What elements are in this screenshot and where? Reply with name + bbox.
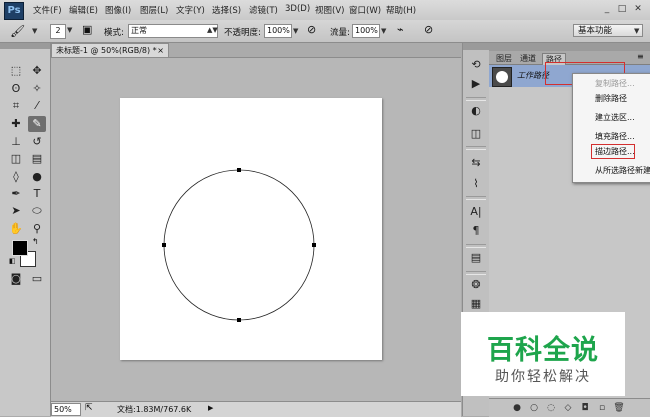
watermark-subtitle: 助你轻松解决 (495, 369, 591, 385)
menu-item-new-from-selected[interactable]: 从所选路径新建 (573, 163, 650, 178)
anchor-point[interactable] (237, 168, 241, 172)
anchor-point[interactable] (237, 318, 241, 322)
anchor-point[interactable] (162, 243, 166, 247)
dock-separator (466, 196, 486, 200)
tab-channels[interactable]: 通道 (517, 53, 539, 64)
actions-play-icon[interactable]: ▶ (468, 76, 484, 92)
circle-work-path[interactable] (163, 169, 315, 321)
dock-separator (466, 271, 486, 275)
stroke-path-icon[interactable]: ○ (528, 402, 540, 414)
dock-separator (466, 97, 486, 101)
dock-separator (466, 146, 486, 150)
panel-footer: ● ○ ◌ ◇ ◘ ▫ 🗑 (489, 398, 650, 417)
status-menu-arrow-icon[interactable]: ▶ (208, 404, 213, 412)
3d-icon[interactable]: ❂ (468, 277, 484, 293)
make-work-path-icon[interactable]: ◇ (562, 402, 574, 414)
panel-menu-icon[interactable]: ≡ (637, 52, 644, 61)
character-icon[interactable]: A| (468, 204, 484, 220)
fill-path-icon[interactable]: ● (511, 402, 523, 414)
adjustments-icon[interactable]: ◫ (468, 126, 484, 142)
paragraph-icon[interactable]: ¶ (468, 223, 484, 239)
add-mask-icon[interactable]: ◘ (579, 402, 591, 414)
tab-layers[interactable]: 图层 (493, 53, 515, 64)
brush-presets-icon[interactable]: ⌇ (468, 176, 484, 192)
menu-item-make-selection[interactable]: 建立选区... (573, 110, 650, 125)
history-icon[interactable]: ⟲ (468, 57, 484, 73)
menu-item-duplicate-path[interactable]: 复制路径... (573, 76, 650, 91)
new-path-icon[interactable]: ▫ (596, 402, 608, 414)
context-menu: 复制路径... 删除路径 建立选区... 填充路径... 描边路径... 从所选… (572, 73, 650, 183)
zoom-field[interactable]: 50% (51, 403, 81, 416)
watermark-title: 百科全说 (487, 335, 599, 366)
status-bar: 50% ⇱ 文档:1.83M/767.6K ▶ (51, 401, 461, 417)
trash-icon[interactable]: 🗑 (613, 402, 625, 414)
panel-header (489, 43, 650, 51)
menu-item-delete-path[interactable]: 删除路径 (573, 91, 650, 106)
document-size-info: 文档:1.83M/767.6K (117, 405, 192, 414)
notes-icon[interactable]: ▤ (468, 250, 484, 266)
anchor-point[interactable] (312, 243, 316, 247)
path-thumbnail (492, 67, 512, 87)
highlight-box (591, 144, 635, 159)
dock-header (463, 43, 489, 50)
export-icon[interactable]: ⇱ (85, 403, 93, 413)
styles-icon[interactable]: ⇆ (468, 155, 484, 171)
load-selection-icon[interactable]: ◌ (545, 402, 557, 414)
watermark: 百科全说 助你轻松解决 (461, 312, 625, 396)
dock-separator (466, 244, 486, 248)
menu-item-fill-path[interactable]: 填充路径... (573, 129, 650, 144)
grid-icon[interactable]: ▦ (468, 296, 484, 312)
color-icon[interactable]: ◐ (468, 103, 484, 119)
